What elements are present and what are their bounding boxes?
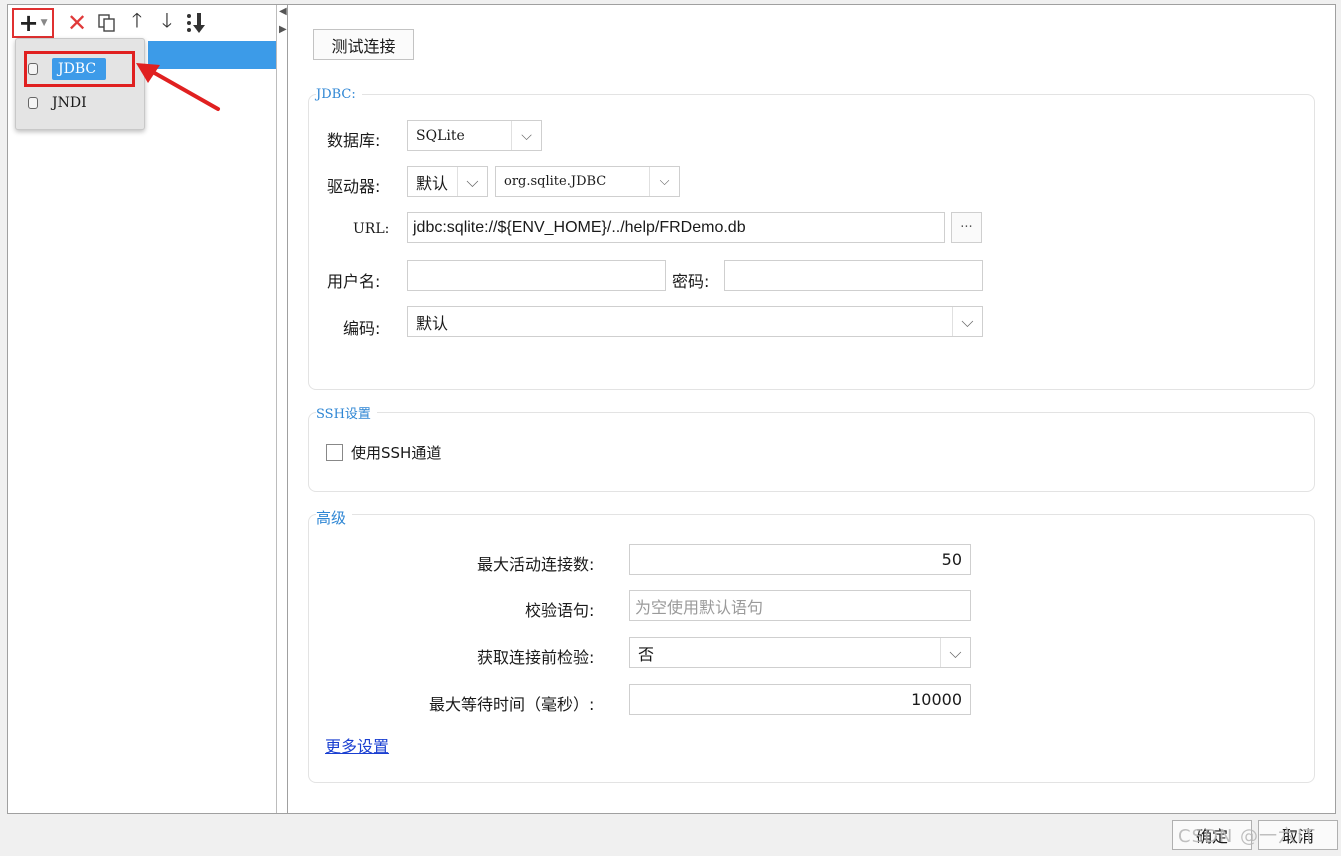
- password-label: 密码:: [672, 272, 710, 291]
- driver-mode-value: 默认: [416, 173, 449, 193]
- max-wait-label: 最大等待时间（毫秒）:: [429, 695, 595, 714]
- advanced-group-title: 高级: [316, 507, 353, 528]
- database-select[interactable]: SQLite ⌵: [407, 120, 542, 151]
- use-ssh-checkbox[interactable]: [326, 444, 343, 461]
- driver-class-value: org.sqlite.JDBC: [504, 174, 607, 189]
- database-icon: [28, 97, 38, 109]
- database-value: SQLite: [416, 127, 465, 144]
- chevron-down-icon: ⌵: [649, 167, 679, 196]
- watermark: CSDN @一六IT: [1178, 826, 1316, 847]
- test-on-borrow-select[interactable]: 否 ⌵: [629, 637, 971, 668]
- ssh-group: [308, 412, 1315, 492]
- connection-toolbar: + ▼ ✕ 🡑 🡓: [8, 5, 277, 40]
- max-wait-input[interactable]: 10000: [629, 684, 971, 715]
- chevron-down-icon: ⌵: [940, 638, 970, 667]
- driver-mode-select[interactable]: 默认 ⌵: [407, 166, 488, 197]
- driver-class-select[interactable]: org.sqlite.JDBC ⌵: [495, 166, 680, 197]
- dialog-frame: + ▼ ✕ 🡑 🡓 ◀ ▶ 测试连接 JDBC: 数据库: SQLite ⌵ 驱…: [7, 4, 1336, 814]
- validation-query-label: 校验语句:: [525, 601, 595, 620]
- connection-settings-panel: 测试连接 JDBC: 数据库: SQLite ⌵ 驱动器: 默认 ⌵ org.s…: [289, 5, 1335, 813]
- copy-icon: [98, 13, 115, 32]
- menu-item-jndi[interactable]: JNDI: [28, 89, 87, 117]
- url-label: URL:: [353, 221, 390, 237]
- collapse-left-icon[interactable]: ◀: [279, 7, 287, 17]
- close-icon: ✕: [66, 8, 88, 37]
- panel-splitter[interactable]: ◀ ▶: [278, 5, 288, 813]
- copy-connection-button[interactable]: [92, 8, 122, 38]
- chevron-down-icon: ⌵: [952, 307, 982, 336]
- plus-icon: +: [18, 8, 39, 37]
- more-settings-link[interactable]: 更多设置: [325, 733, 389, 757]
- caret-down-icon: ▼: [40, 17, 48, 28]
- annotation-arrow-icon: [136, 63, 220, 111]
- database-label: 数据库:: [327, 131, 381, 150]
- sort-icon: [187, 12, 205, 33]
- collapse-right-icon[interactable]: ▶: [279, 25, 287, 35]
- test-connection-button[interactable]: 测试连接: [313, 29, 414, 60]
- jdbc-highlight-box: [24, 51, 135, 87]
- test-on-borrow-label: 获取连接前检验:: [477, 648, 595, 667]
- arrow-down-icon: 🡓: [161, 7, 173, 32]
- url-input[interactable]: jdbc:sqlite://${ENV_HOME}/../help/FRDemo…: [407, 212, 945, 243]
- test-on-borrow-value: 否: [638, 644, 655, 664]
- username-input[interactable]: [407, 260, 666, 291]
- max-active-input[interactable]: 50: [629, 544, 971, 575]
- sort-button[interactable]: [182, 8, 212, 38]
- max-active-label: 最大活动连接数:: [477, 555, 595, 574]
- chevron-down-icon: ⌵: [511, 121, 541, 150]
- delete-connection-button[interactable]: ✕: [62, 8, 92, 38]
- move-up-button[interactable]: 🡑: [122, 8, 152, 38]
- encoding-value: 默认: [416, 313, 449, 333]
- add-connection-button[interactable]: + ▼: [12, 7, 54, 38]
- encoding-label: 编码:: [343, 319, 381, 338]
- jdbc-group-title: JDBC:: [316, 87, 362, 102]
- ssh-group-title: SSH设置: [316, 403, 377, 422]
- arrow-up-icon: 🡑: [131, 7, 143, 32]
- encoding-select[interactable]: 默认 ⌵: [407, 306, 983, 337]
- driver-label: 驱动器:: [327, 177, 381, 196]
- menu-item-label: JNDI: [52, 95, 87, 111]
- use-ssh-label: 使用SSH通道: [351, 444, 442, 462]
- move-down-button[interactable]: 🡓: [152, 8, 182, 38]
- url-browse-button[interactable]: ···: [951, 212, 982, 243]
- validation-query-input[interactable]: 为空使用默认语句: [629, 590, 971, 621]
- chevron-down-icon: ⌵: [457, 167, 487, 196]
- password-input[interactable]: [724, 260, 983, 291]
- username-label: 用户名:: [327, 272, 381, 291]
